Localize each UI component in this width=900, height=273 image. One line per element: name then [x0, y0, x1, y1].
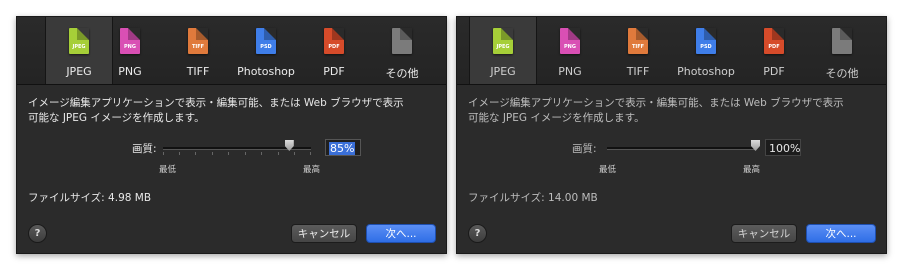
tab-label: PDF — [763, 65, 785, 78]
format-tab-bar: JPEG JPEG PNG PNG TIFF TIFF PSD Photosho… — [457, 17, 886, 85]
help-button[interactable]: ? — [468, 224, 487, 243]
file-size-text: ファイルサイズ: 4.98 MB — [28, 192, 152, 204]
tab-label: TIFF — [626, 65, 650, 78]
icon-ext-label: JPEG — [496, 44, 510, 50]
tab-tiff[interactable]: TIFF TIFF — [605, 17, 671, 84]
jpeg-file-icon: JPEG — [69, 28, 89, 54]
tab-label: PNG — [558, 65, 582, 78]
description-line: イメージ編集アプリケーションで表示・編集可能、または Web ブラウザで表示 — [28, 97, 404, 109]
jpeg-file-icon: JPEG — [493, 28, 513, 54]
slider-min-label: 最低 — [599, 165, 617, 175]
format-description: イメージ編集アプリケーションで表示・編集可能、または Web ブラウザで表示 可… — [28, 96, 433, 126]
icon-ext-label: PSD — [260, 44, 272, 50]
pdf-file-icon: PDF — [324, 28, 344, 54]
tab-label: その他 — [385, 67, 419, 80]
pdf-file-icon: PDF — [764, 28, 784, 54]
icon-ext-label: PSD — [700, 44, 712, 50]
format-description: イメージ編集アプリケーションで表示・編集可能、または Web ブラウザで表示 可… — [468, 96, 873, 126]
icon-ext-label: PDF — [768, 44, 780, 50]
export-dialog-left: JPEG JPEG PNG PNG TIFF TIFF PSD Photosho… — [16, 16, 447, 254]
tab-photoshop[interactable]: PSD Photoshop — [233, 17, 299, 84]
quality-label: 画質: — [572, 143, 597, 155]
format-tab-bar: JPEG JPEG PNG PNG TIFF TIFF PSD Photosho… — [17, 17, 446, 85]
psd-file-icon: PSD — [256, 28, 276, 54]
psd-file-icon: PSD — [696, 28, 716, 54]
tab-label: JPEG — [490, 65, 516, 78]
tab-label: PNG — [118, 65, 142, 78]
export-dialog-right: JPEG JPEG PNG PNG TIFF TIFF PSD Photosho… — [456, 16, 887, 254]
icon-ext-label: TIFF — [631, 44, 645, 50]
other-file-icon — [392, 28, 412, 54]
quality-slider-track[interactable] — [607, 147, 755, 150]
next-button[interactable]: 次へ... — [366, 224, 436, 243]
icon-ext-label: JPEG — [72, 44, 86, 50]
file-size-text: ファイルサイズ: 14.00 MB — [468, 192, 598, 204]
tab-png[interactable]: PNG PNG — [537, 17, 603, 84]
tab-tiff[interactable]: TIFF TIFF — [165, 17, 231, 84]
slider-min-label: 最低 — [159, 165, 177, 175]
quality-value-text: 85% — [329, 142, 356, 155]
tab-label: その他 — [825, 67, 859, 80]
quality-label: 画質: — [132, 143, 157, 155]
tab-label: TIFF — [186, 65, 210, 78]
description-line: 可能な JPEG イメージを作成します。 — [28, 112, 205, 124]
tab-photoshop[interactable]: PSD Photoshop — [673, 17, 739, 84]
tab-jpeg[interactable]: JPEG JPEG — [469, 17, 537, 84]
tiff-file-icon: TIFF — [628, 28, 648, 54]
png-file-icon: PNG — [560, 28, 580, 54]
slider-ticks — [163, 152, 311, 156]
description-line: 可能な JPEG イメージを作成します。 — [468, 112, 645, 124]
quality-value-field[interactable]: 85% — [325, 139, 361, 156]
tiff-file-icon: TIFF — [188, 28, 208, 54]
slider-max-label: 最高 — [303, 165, 321, 175]
tab-label: Photoshop — [677, 65, 735, 78]
help-button[interactable]: ? — [28, 224, 47, 243]
icon-ext-label: TIFF — [191, 44, 205, 50]
tab-other[interactable]: その他 — [809, 17, 875, 84]
tab-pdf[interactable]: PDF PDF — [741, 17, 807, 84]
quality-value-field[interactable]: 100% — [765, 139, 801, 156]
tab-pdf[interactable]: PDF PDF — [301, 17, 367, 84]
cancel-button[interactable]: キャンセル — [731, 224, 797, 243]
tab-label: Photoshop — [237, 65, 295, 78]
other-file-icon — [832, 28, 852, 54]
cancel-button[interactable]: キャンセル — [291, 224, 357, 243]
png-file-icon: PNG — [120, 28, 140, 54]
icon-ext-label: PNG — [124, 44, 136, 50]
tab-other[interactable]: その他 — [369, 17, 435, 84]
description-line: イメージ編集アプリケーションで表示・編集可能、または Web ブラウザで表示 — [468, 97, 844, 109]
slider-max-label: 最高 — [743, 165, 761, 175]
tab-png[interactable]: PNG PNG — [97, 17, 163, 84]
icon-ext-label: PDF — [328, 44, 340, 50]
next-button[interactable]: 次へ... — [806, 224, 876, 243]
icon-ext-label: PNG — [564, 44, 576, 50]
tab-label: PDF — [323, 65, 345, 78]
